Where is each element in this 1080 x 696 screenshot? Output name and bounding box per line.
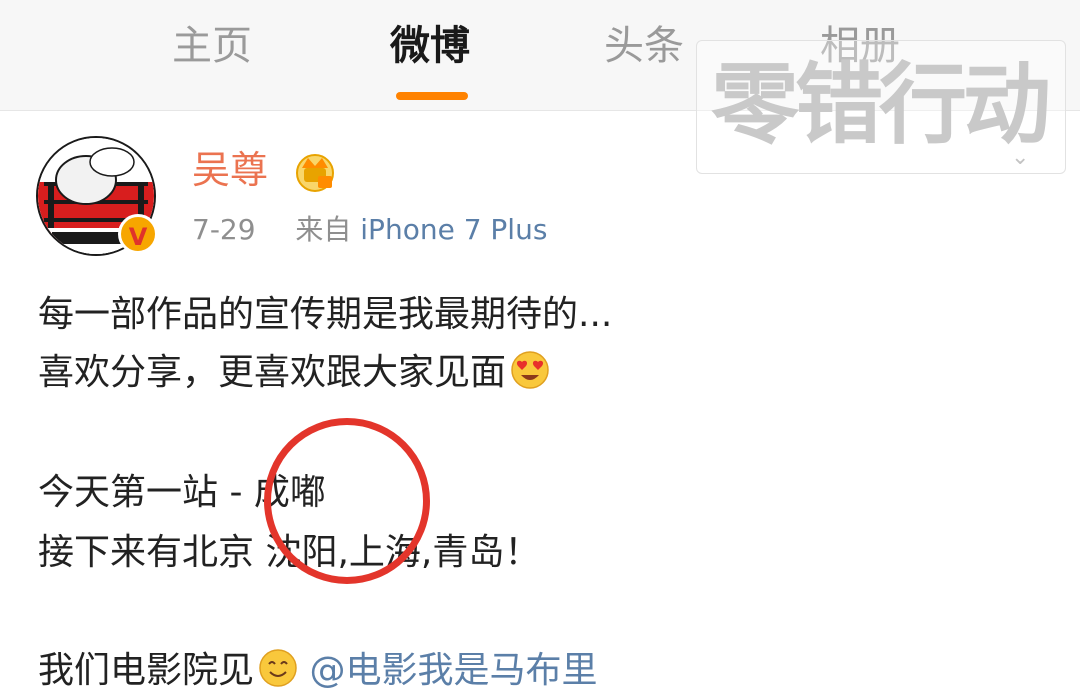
post-text-line-5: 我们电影院见 @电影我是马布里	[38, 646, 597, 696]
smile-emoji	[259, 649, 297, 687]
tab-home[interactable]: 主页	[172, 20, 252, 72]
post-text-line-2: 喜欢分享，更喜欢跟大家见面	[38, 348, 550, 398]
chevron-down-icon: ⌄	[1011, 145, 1030, 170]
post-text: 接下来有北京 沈阳,上海,青岛！	[38, 532, 541, 573]
post-text-line-4: 接下来有北京 沈阳,上海,青岛！	[38, 528, 540, 578]
post-text: 今天第一站 - 成嘟	[38, 472, 326, 513]
mention-link[interactable]: @电影我是马布里	[309, 650, 597, 691]
verified-v-icon: V	[118, 214, 158, 254]
post-date: 7-29	[192, 213, 256, 246]
tab-weibo[interactable]: 微博	[390, 20, 470, 72]
watermark-overlay: 零错行动 ⌄	[696, 40, 1066, 174]
crown-member-icon	[296, 154, 334, 192]
post-text-line-1: 每一部作品的宣传期是我最期待的...	[38, 290, 612, 340]
watermark-text: 零错行动	[711, 53, 1051, 156]
post-meta: 7-29 来自 iPhone 7 Plus	[192, 210, 547, 250]
post-text: 每一部作品的宣传期是我最期待的...	[38, 294, 613, 335]
post-text-line-3: 今天第一站 - 成嘟	[38, 468, 326, 518]
post-source-prefix: 来自	[295, 213, 352, 246]
post-text: 我们电影院见	[38, 650, 255, 691]
heart-eyes-emoji	[511, 351, 549, 389]
active-tab-indicator	[396, 92, 468, 100]
post-source[interactable]: iPhone 7 Plus	[360, 213, 547, 246]
tab-headlines[interactable]: 头条	[604, 20, 684, 72]
post-text: 喜欢分享，更喜欢跟大家见面	[38, 352, 507, 393]
post-author-name[interactable]: 吴尊	[192, 144, 268, 196]
